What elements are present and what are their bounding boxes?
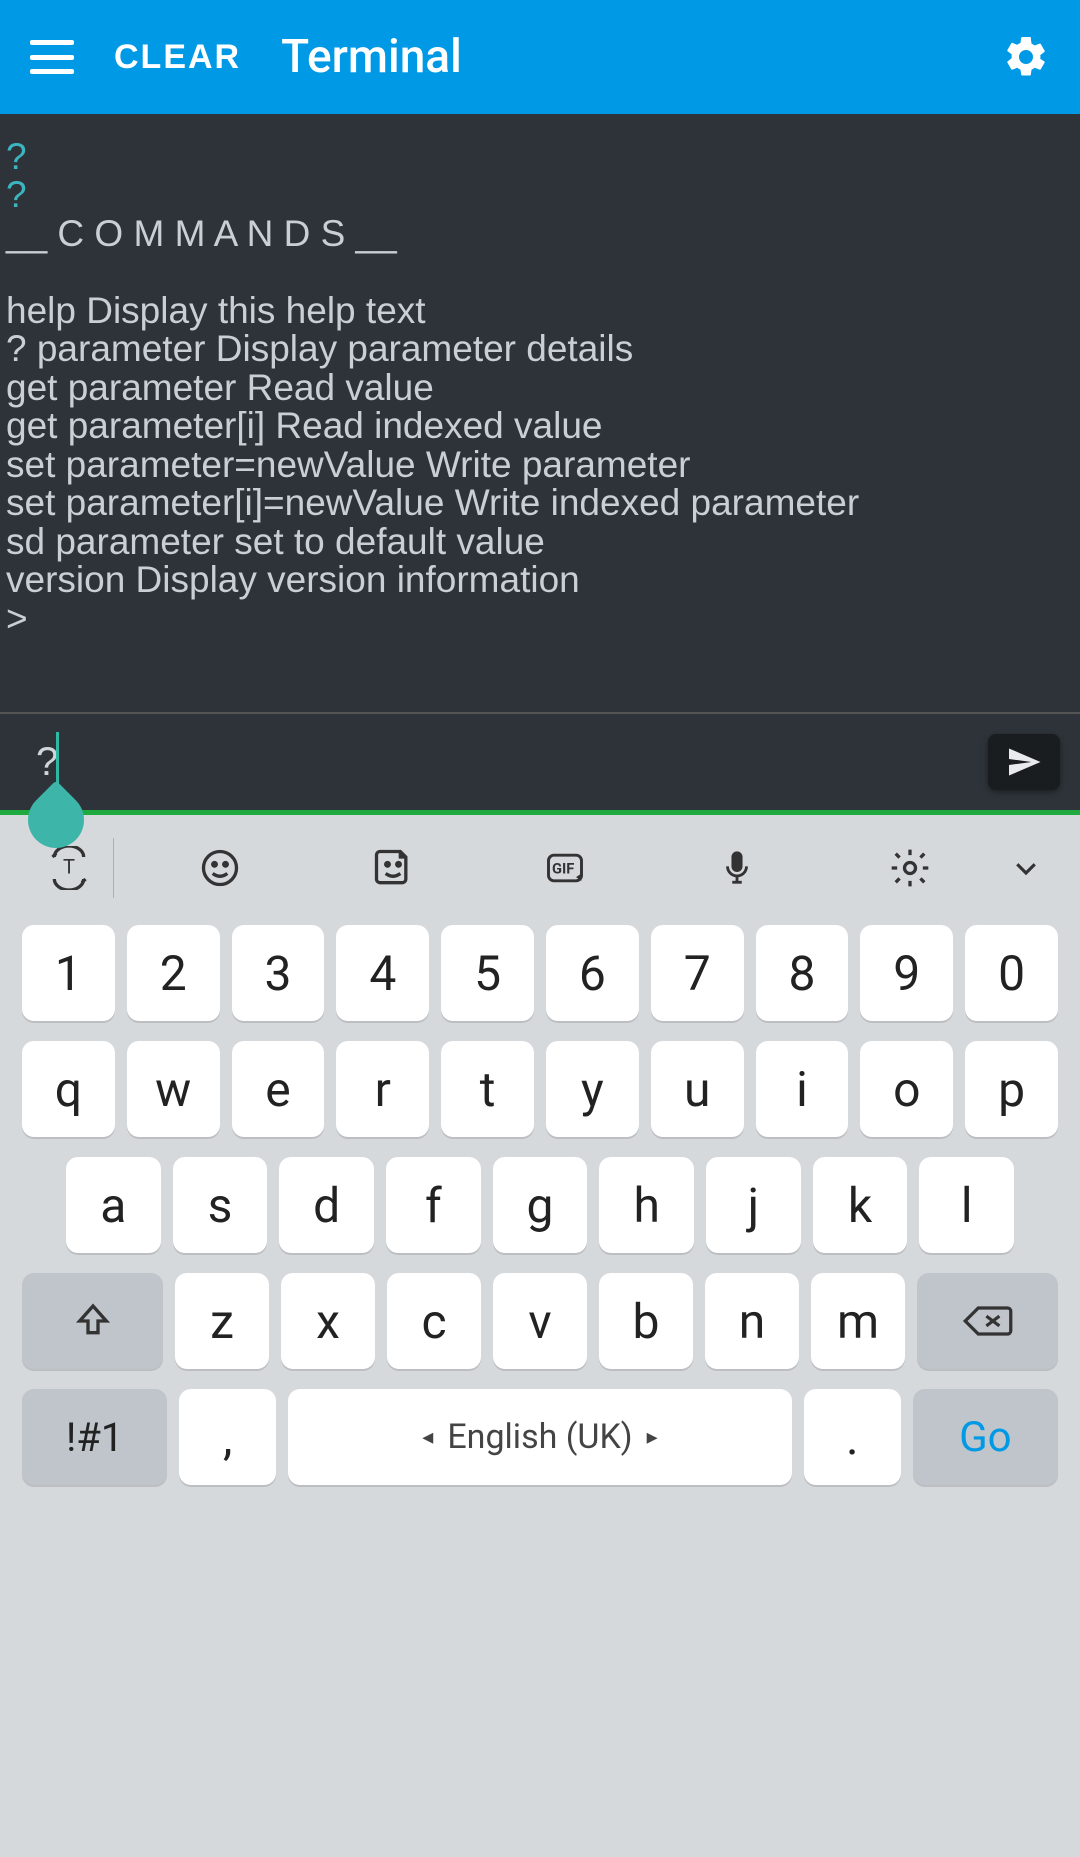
key-g[interactable]: g: [493, 1157, 588, 1253]
key-row-home: a s d f g h j k l: [22, 1157, 1058, 1253]
terminal-line: version Display version information: [6, 559, 580, 600]
key-row-bottom-letters: z x c v b n m: [22, 1273, 1058, 1369]
key-row-space: !#1 , ◂ English (UK) ▸ . Go: [22, 1389, 1058, 1485]
command-input-bar: [0, 712, 1080, 810]
key-i[interactable]: i: [756, 1041, 849, 1137]
key-r[interactable]: r: [336, 1041, 429, 1137]
terminal-line: set parameter=newValue Write parameter: [6, 444, 690, 485]
key-j[interactable]: j: [706, 1157, 801, 1253]
terminal-line: get parameter Read value: [6, 367, 434, 408]
backspace-key[interactable]: [917, 1273, 1058, 1369]
soft-keyboard: T GIF: [0, 815, 1080, 1857]
key-e[interactable]: e: [232, 1041, 325, 1137]
key-w[interactable]: w: [127, 1041, 220, 1137]
key-z[interactable]: z: [175, 1273, 269, 1369]
collapse-keyboard-icon[interactable]: [996, 853, 1056, 883]
key-0[interactable]: 0: [965, 925, 1058, 1021]
key-l[interactable]: l: [919, 1157, 1014, 1253]
key-8[interactable]: 8: [756, 925, 849, 1021]
terminal-line: ?: [6, 174, 27, 215]
send-button[interactable]: [988, 734, 1060, 790]
keyboard-toolbar: T GIF: [0, 825, 1080, 911]
key-p[interactable]: p: [965, 1041, 1058, 1137]
period-key[interactable]: .: [804, 1389, 901, 1485]
terminal-line: sd parameter set to default value: [6, 521, 545, 562]
app-title: Terminal: [281, 30, 462, 84]
key-c[interactable]: c: [387, 1273, 481, 1369]
text-cursor: [56, 732, 59, 788]
key-v[interactable]: v: [493, 1273, 587, 1369]
key-b[interactable]: b: [599, 1273, 693, 1369]
comma-key[interactable]: ,: [179, 1389, 276, 1485]
spacebar-key[interactable]: ◂ English (UK) ▸: [288, 1389, 792, 1485]
go-key[interactable]: Go: [913, 1389, 1058, 1485]
menu-icon[interactable]: [30, 40, 74, 74]
terminal-line: >: [6, 598, 28, 639]
key-f[interactable]: f: [386, 1157, 481, 1253]
key-x[interactable]: x: [281, 1273, 375, 1369]
key-4[interactable]: 4: [336, 925, 429, 1021]
spacebar-label: English (UK): [447, 1417, 632, 1457]
clear-button[interactable]: CLEAR: [114, 38, 241, 77]
key-s[interactable]: s: [173, 1157, 268, 1253]
sticker-icon[interactable]: [306, 846, 478, 890]
key-row-numbers: 1 2 3 4 5 6 7 8 9 0: [22, 925, 1058, 1021]
terminal-line: get parameter[i] Read indexed value: [6, 405, 602, 446]
key-m[interactable]: m: [811, 1273, 905, 1369]
key-9[interactable]: 9: [860, 925, 953, 1021]
keyboard-key-rows: 1 2 3 4 5 6 7 8 9 0 q w e r t y u i o p …: [0, 911, 1080, 1857]
key-d[interactable]: d: [279, 1157, 374, 1253]
key-o[interactable]: o: [860, 1041, 953, 1137]
key-n[interactable]: n: [705, 1273, 799, 1369]
terminal-line: ? parameter Display parameter details: [6, 328, 633, 369]
command-input[interactable]: [36, 740, 988, 785]
symbols-key[interactable]: !#1: [22, 1389, 167, 1485]
key-6[interactable]: 6: [546, 925, 639, 1021]
microphone-icon[interactable]: [651, 846, 823, 890]
terminal-line: help Display this help text: [6, 290, 426, 331]
key-5[interactable]: 5: [441, 925, 534, 1021]
key-row-qwerty: q w e r t y u i o p: [22, 1041, 1058, 1137]
app-bar: CLEAR Terminal: [0, 0, 1080, 114]
key-2[interactable]: 2: [127, 925, 220, 1021]
keyboard-settings-icon[interactable]: [824, 846, 996, 890]
key-3[interactable]: 3: [232, 925, 325, 1021]
key-k[interactable]: k: [813, 1157, 908, 1253]
gif-icon[interactable]: GIF: [479, 846, 651, 890]
key-h[interactable]: h: [599, 1157, 694, 1253]
settings-icon[interactable]: [1002, 33, 1050, 81]
key-a[interactable]: a: [66, 1157, 161, 1253]
emoji-icon[interactable]: [134, 846, 306, 890]
svg-text:GIF: GIF: [552, 860, 574, 878]
key-7[interactable]: 7: [651, 925, 744, 1021]
terminal-output: ? ? __ C O M M A N D S __ help Display t…: [0, 114, 1080, 712]
svg-text:T: T: [62, 855, 74, 879]
text-input-mode-icon[interactable]: T: [24, 838, 114, 898]
key-1[interactable]: 1: [22, 925, 115, 1021]
key-y[interactable]: y: [546, 1041, 639, 1137]
key-q[interactable]: q: [22, 1041, 115, 1137]
terminal-line: set parameter[i]=newValue Write indexed …: [6, 482, 859, 523]
terminal-line: ?: [6, 136, 27, 177]
key-u[interactable]: u: [651, 1041, 744, 1137]
terminal-line: __ C O M M A N D S __: [6, 213, 397, 254]
key-t[interactable]: t: [441, 1041, 534, 1137]
shift-key[interactable]: [22, 1273, 163, 1369]
